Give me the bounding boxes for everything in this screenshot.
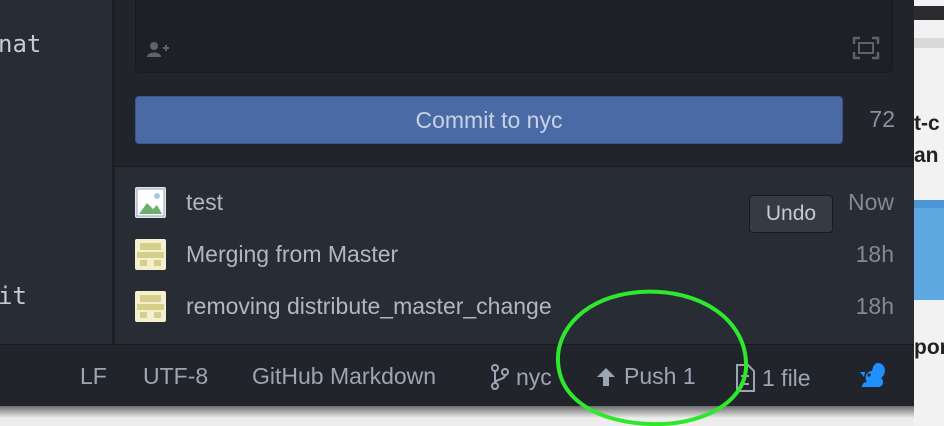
image-placeholder-avatar xyxy=(135,187,166,218)
commit-button[interactable]: Commit to nyc xyxy=(135,96,843,144)
background-text: t-c xyxy=(914,112,940,135)
push-button[interactable]: Push 1 xyxy=(596,363,696,390)
status-bar: LF UTF-8 GitHub Markdown nyc Push 1 1 fi… xyxy=(0,344,914,406)
commit-message-editor[interactable] xyxy=(135,0,893,73)
commit-time: 18h xyxy=(855,241,894,267)
undo-button[interactable]: Undo xyxy=(749,195,833,233)
commit-message: Merging from Master xyxy=(186,241,399,267)
identicon-avatar xyxy=(135,291,166,322)
squirrel-icon xyxy=(856,360,888,390)
background-window-bar xyxy=(914,38,944,48)
grammar-selector[interactable]: GitHub Markdown xyxy=(252,363,436,390)
git-branch-icon xyxy=(490,363,510,391)
recent-commits-list: test Undo Now Merging from Master 18h re… xyxy=(115,167,914,344)
expand-icon[interactable] xyxy=(852,36,880,60)
github-panel-toggle[interactable] xyxy=(856,360,888,390)
background-window-bar xyxy=(914,6,944,20)
git-panel: Commit to nyc 72 test Undo Now Merging f… xyxy=(115,0,914,344)
editor-pane[interactable]: nat it xyxy=(0,0,112,344)
commit-message: test xyxy=(186,189,224,215)
changed-files-button[interactable]: 1 file xyxy=(734,363,811,393)
commit-message: removing distribute_master_change xyxy=(186,293,552,319)
folder-icon xyxy=(914,208,944,300)
recent-commit-row[interactable]: Merging from Master 18h xyxy=(115,229,914,281)
changed-files-label: 1 file xyxy=(762,364,811,391)
encoding-selector[interactable]: UTF-8 xyxy=(143,363,208,390)
commit-time: Now xyxy=(847,189,894,215)
branch-selector[interactable]: nyc xyxy=(490,363,552,391)
background-text: an xyxy=(914,144,939,167)
recent-commit-row[interactable]: test Undo Now xyxy=(115,177,914,233)
window-bottom-edge xyxy=(0,406,914,426)
background-text: por xyxy=(914,336,944,359)
background-window: t-c an por xyxy=(914,0,944,426)
file-diff-icon xyxy=(734,363,756,393)
add-user-icon[interactable] xyxy=(146,40,170,58)
editor-text-line: it xyxy=(0,282,27,310)
arrow-up-icon xyxy=(596,367,616,387)
branch-name: nyc xyxy=(516,363,552,390)
remaining-characters-count: 72 xyxy=(869,106,895,132)
recent-commit-row[interactable]: removing distribute_master_change 18h xyxy=(115,281,914,333)
commit-time: 18h xyxy=(855,293,894,319)
push-label: Push 1 xyxy=(624,363,696,389)
identicon-avatar xyxy=(135,239,166,270)
editor-text-line: nat xyxy=(0,30,42,58)
line-ending-selector[interactable]: LF xyxy=(80,363,107,390)
